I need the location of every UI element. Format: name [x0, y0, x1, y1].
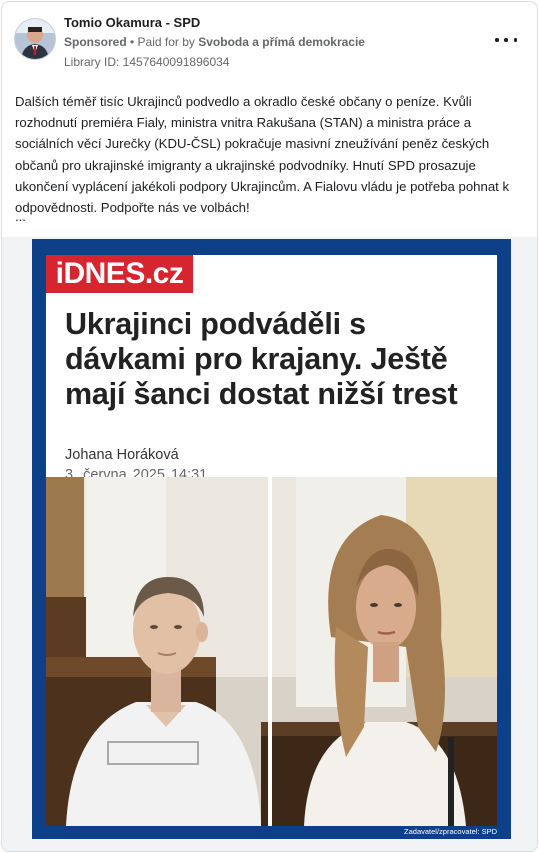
ad-credit: Zadavatel/zpracovatel: SPD	[404, 827, 497, 836]
sponsored-line: Sponsored • Paid for by Svoboda a přímá …	[64, 35, 365, 49]
courtroom-photo-illustration	[46, 477, 497, 826]
more-horizontal-icon-dot	[513, 38, 517, 42]
page-name[interactable]: Tomio Okamura - SPD	[64, 15, 200, 30]
courtroom-photo	[46, 477, 497, 826]
post-text: Dalších téměř tisíc Ukrajinců podvedlo a…	[15, 94, 510, 216]
post-header: Tomio Okamura - SPD Sponsored • Paid for…	[2, 2, 537, 82]
more-horizontal-icon	[495, 38, 499, 42]
payer-link[interactable]: Svoboda a přímá demokracie	[198, 35, 365, 49]
news-card: iDNES.cz Ukrajinci podváděli s dávkami p…	[46, 255, 497, 483]
more-horizontal-icon-dot	[504, 38, 508, 42]
article-author: Johana Horáková	[65, 447, 179, 463]
article-headline: Ukrajinci podváděli s dávkami pro krajan…	[65, 307, 458, 411]
avatar-image	[15, 19, 55, 59]
ad-card: Tomio Okamura - SPD Sponsored • Paid for…	[1, 1, 538, 852]
ad-creative-image[interactable]: iDNES.cz Ukrajinci podváděli s dávkami p…	[32, 239, 511, 839]
more-options-button[interactable]	[495, 32, 517, 48]
paid-for-label: Paid for by	[137, 35, 199, 49]
meta-separator: •	[126, 35, 138, 49]
idnes-logo: iDNES.cz	[46, 255, 193, 293]
library-id: Library ID: 1457640091896034	[64, 55, 230, 69]
sponsored-label: Sponsored	[64, 35, 127, 49]
see-more-ellipsis[interactable]: ...	[15, 209, 26, 224]
page-avatar[interactable]	[14, 18, 56, 60]
